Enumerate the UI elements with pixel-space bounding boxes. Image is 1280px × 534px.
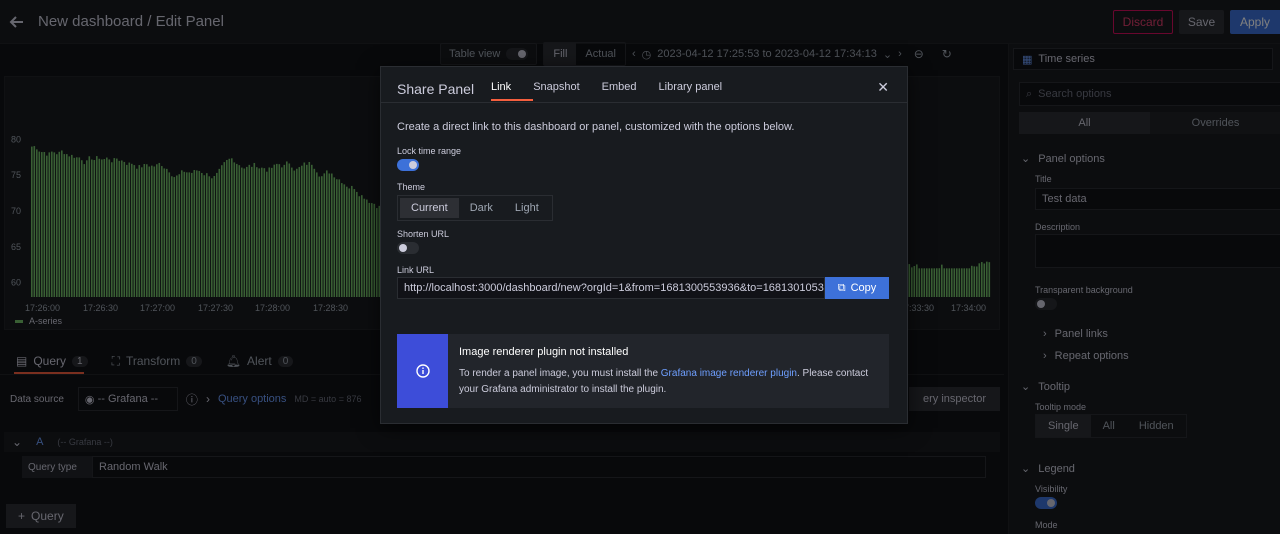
active-tab-indicator (491, 99, 533, 101)
shorten-url-toggle[interactable] (397, 242, 419, 254)
modal-title: Share Panel (397, 81, 475, 97)
tab-library-panel[interactable]: Library panel (659, 81, 723, 101)
info-icon (397, 334, 448, 408)
theme-label: Theme (397, 182, 426, 192)
shorten-url-label: Shorten URL (397, 229, 450, 239)
theme-dark[interactable]: Dark (459, 198, 504, 218)
modal-tabs: Link Snapshot Embed Library panel (491, 81, 722, 101)
theme-select: Current Dark Light (397, 195, 553, 221)
link-url-label: Link URL (397, 265, 435, 275)
renderer-alert: Image renderer plugin not installed To r… (397, 334, 889, 408)
tab-link[interactable]: Link (491, 81, 511, 101)
copy-label: Copy (850, 282, 877, 294)
theme-light[interactable]: Light (504, 198, 550, 218)
share-panel-modal: Share Panel Link Snapshot Embed Library … (380, 66, 908, 424)
link-url-input[interactable]: http://localhost:3000/dashboard/new?orgI… (397, 277, 825, 299)
lock-time-range-toggle[interactable] (397, 159, 419, 171)
copy-button[interactable]: ⧉ Copy (825, 277, 889, 299)
tab-snapshot[interactable]: Snapshot (533, 81, 579, 101)
alert-title: Image renderer plugin not installed (459, 346, 629, 358)
tab-embed[interactable]: Embed (602, 81, 637, 101)
alert-text-1: To render a panel image, you must instal… (459, 368, 661, 379)
modal-description: Create a direct link to this dashboard o… (397, 121, 795, 133)
renderer-plugin-link[interactable]: Grafana image renderer plugin (661, 368, 797, 379)
alert-body: To render a panel image, you must instal… (459, 366, 879, 398)
theme-current[interactable]: Current (400, 198, 459, 218)
lock-time-range-label: Lock time range (397, 146, 462, 156)
close-icon[interactable]: ✕ (877, 79, 889, 96)
copy-icon: ⧉ (837, 281, 846, 294)
